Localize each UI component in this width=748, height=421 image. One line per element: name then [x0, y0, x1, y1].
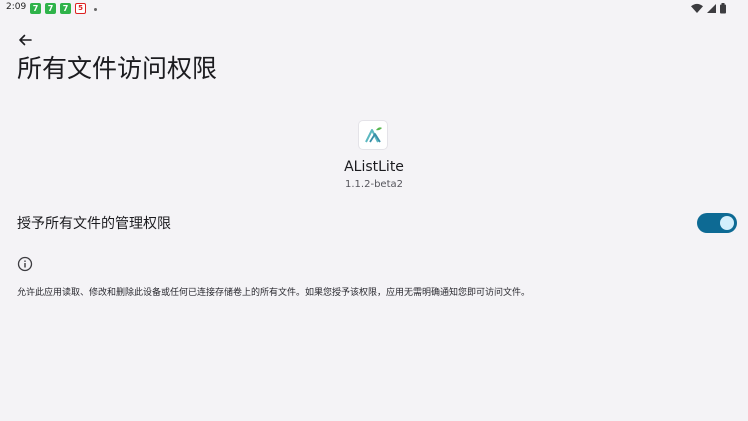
battery-icon — [720, 3, 726, 14]
screen: 2:09 7 7 7 5 所有文件访问权限 AListLite 1.1.2-be… — [0, 0, 748, 421]
app-version: 1.1.2-beta2 — [345, 179, 403, 190]
info-text: 允许此应用读取、修改和删除此设备或任何已连接存储卷上的所有文件。如果您授予该权限… — [17, 288, 531, 298]
more-notifications-dot — [94, 8, 97, 11]
status-time: 2:09 — [6, 2, 27, 12]
alist-logo-icon — [365, 127, 382, 143]
arrow-left-icon — [19, 34, 32, 46]
wifi-icon — [691, 3, 703, 13]
back-button[interactable] — [14, 29, 36, 51]
app-notification-icon: 5 — [75, 3, 86, 14]
app-name: AListLite — [344, 159, 404, 175]
app-notification-icon: 7 — [30, 3, 41, 14]
app-icon — [359, 121, 387, 149]
info-icon — [17, 256, 33, 272]
cellular-signal-icon — [707, 4, 716, 13]
app-notification-icon: 7 — [45, 3, 56, 14]
permission-label: 授予所有文件的管理权限 — [17, 216, 171, 232]
toggle-thumb — [720, 216, 734, 230]
status-bar: 2:09 7 7 7 5 — [0, 0, 748, 18]
permission-row[interactable]: 授予所有文件的管理权限 — [0, 206, 748, 242]
permission-toggle[interactable] — [697, 213, 737, 233]
app-notification-icon: 7 — [60, 3, 71, 14]
system-icons — [691, 3, 726, 14]
page-title: 所有文件访问权限 — [17, 54, 218, 83]
